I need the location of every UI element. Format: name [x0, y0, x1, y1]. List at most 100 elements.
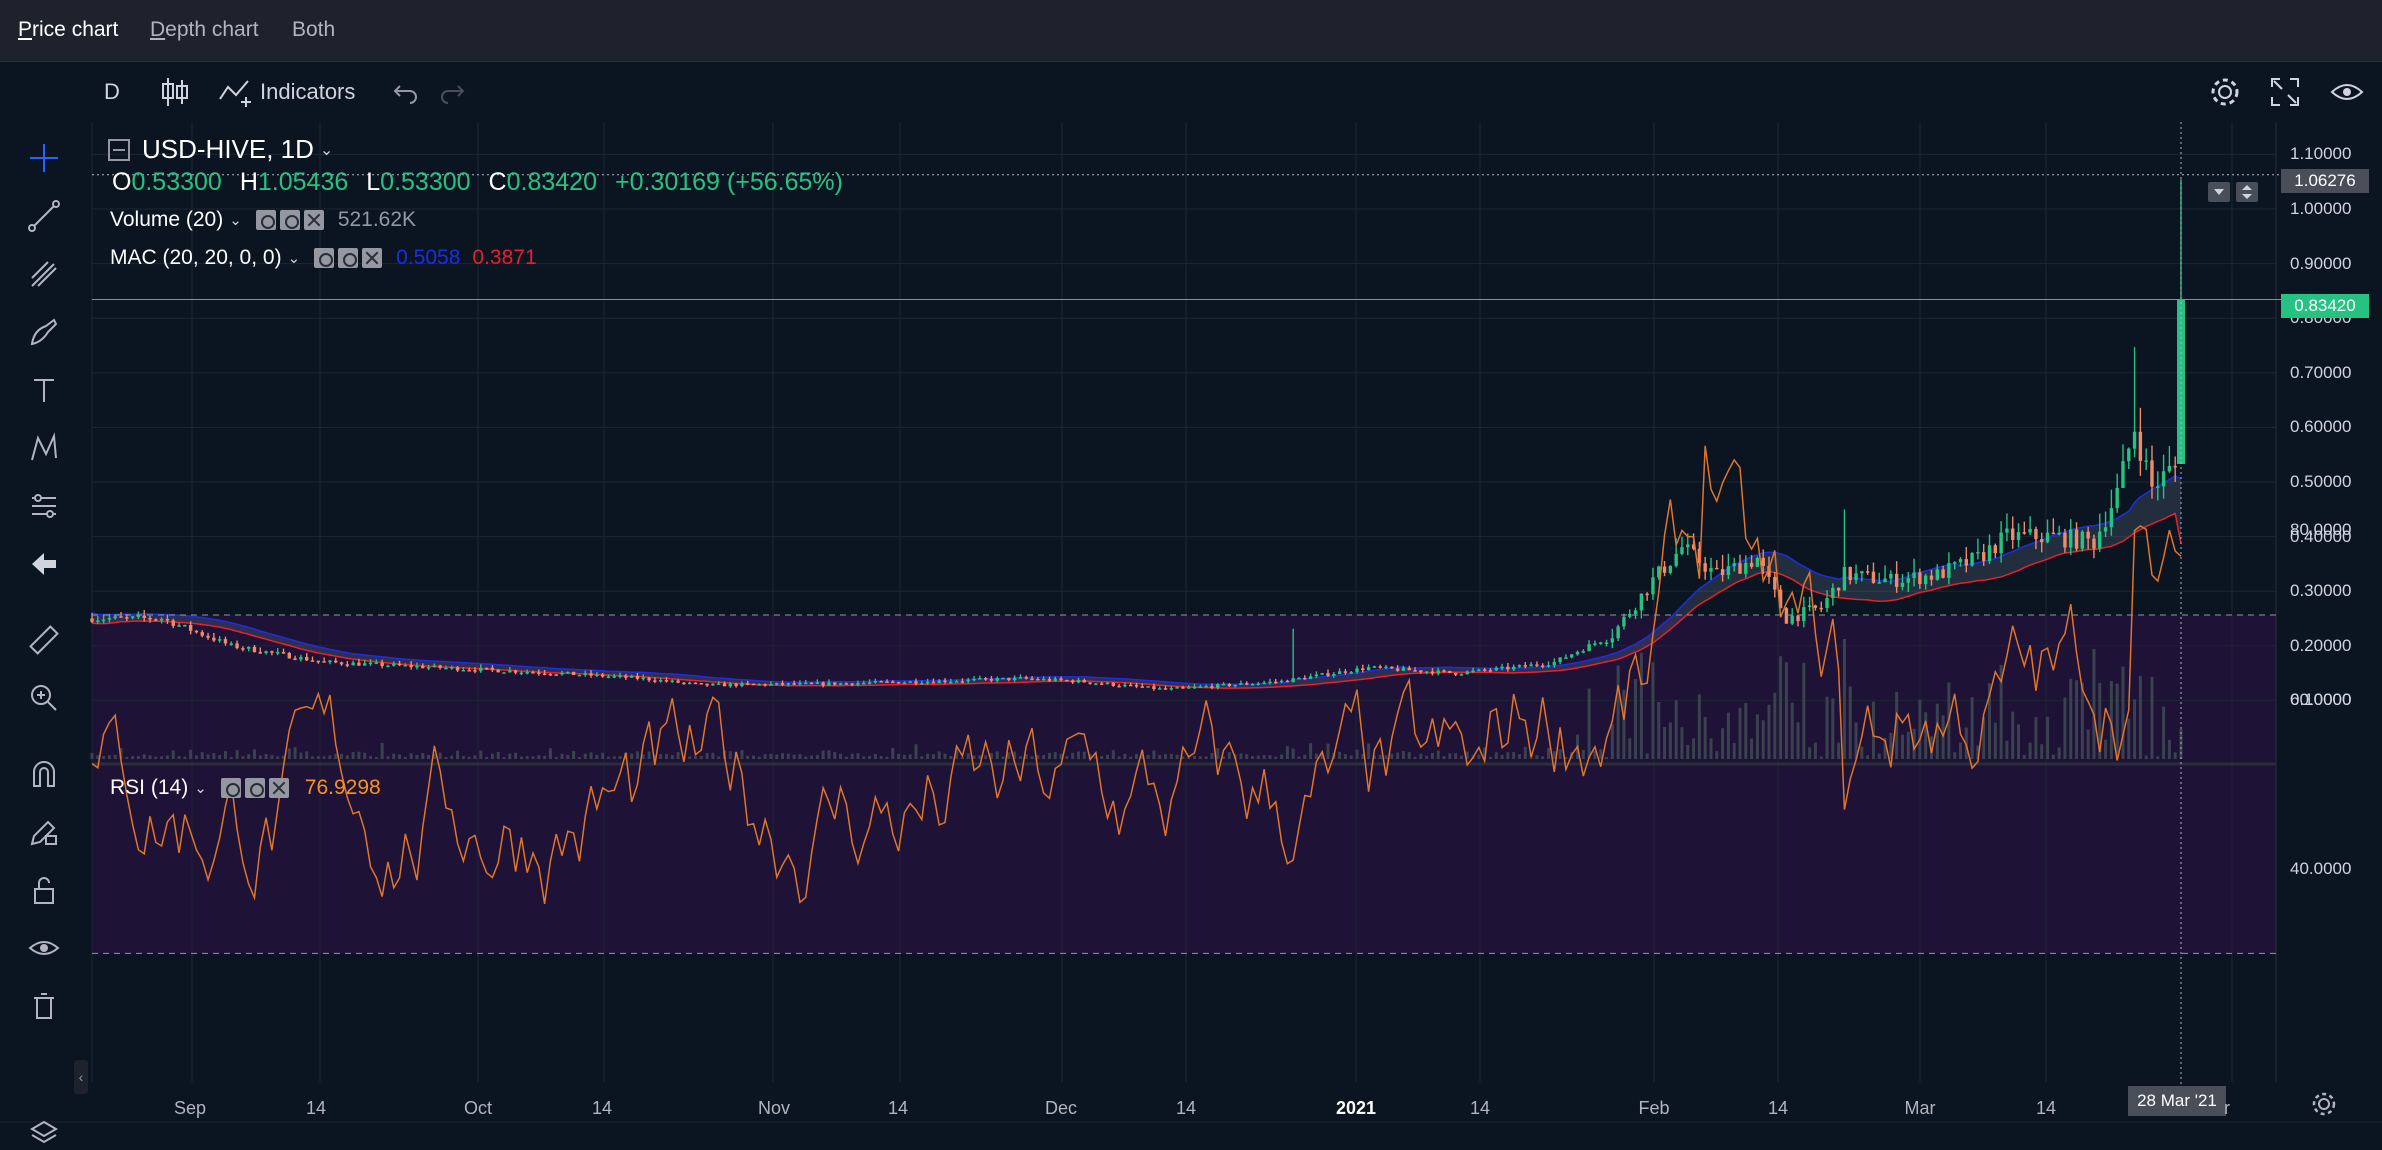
fib-tool[interactable] [24, 254, 64, 294]
lock-drawings-tool[interactable] [24, 870, 64, 910]
volume-bar [2092, 649, 2096, 759]
rsi-legend[interactable]: RSI (14) ⌄ 76.9298 [110, 776, 381, 800]
text-tool[interactable] [24, 370, 64, 410]
measure-tool[interactable] [24, 620, 64, 660]
candle-body [1982, 552, 1986, 562]
ohlc-legend: O 0.53300 H 1.05436 L 0.53300 C 0.83420 +0.3… [112, 168, 843, 197]
volume-bar [1198, 756, 1202, 759]
volume-bar [2040, 744, 2044, 759]
tab-both[interactable]: Both [292, 18, 335, 42]
volume-bar [1407, 752, 1411, 759]
price-axis-label: 1.00000 [2290, 199, 2352, 218]
pattern-tool[interactable] [24, 428, 64, 468]
fullscreen-icon [2271, 78, 2299, 106]
volume-bar [1825, 696, 1829, 759]
candle-body [1790, 615, 1794, 624]
candle-body [1906, 577, 1910, 583]
visibility-icon[interactable] [220, 778, 241, 798]
volume-bar [1767, 704, 1771, 759]
settings-icon[interactable] [244, 778, 265, 798]
candle-body [577, 674, 582, 677]
volume-bar [351, 752, 355, 759]
candle-body [1407, 667, 1411, 671]
volume-bar [1605, 756, 1609, 759]
settings-icon[interactable] [338, 248, 359, 268]
volume-bar [1152, 750, 1156, 759]
fullscreen-button[interactable] [2270, 74, 2300, 110]
settings-button[interactable] [2208, 74, 2242, 110]
candle-body [96, 620, 100, 622]
chart-style-button[interactable] [160, 74, 190, 110]
candle-body [368, 662, 373, 665]
close-icon[interactable] [268, 778, 289, 798]
hide-toolbar-button[interactable] [24, 544, 64, 584]
scroll-down-button[interactable] [2208, 182, 2230, 202]
volume-bar [1790, 702, 1794, 759]
magnet-tool[interactable] [24, 754, 64, 794]
volume-bar [1135, 753, 1138, 759]
price-axis-label: 0.60000 [2290, 417, 2352, 437]
redo-button[interactable] [438, 74, 466, 110]
chart-app: D Indicators ‹ USD-HIVE, 1D ⌄ O 0.53300 … [0, 62, 2382, 1150]
undo-button[interactable] [392, 74, 420, 110]
volume-bar [1848, 686, 1852, 759]
hide-drawings-tool[interactable] [24, 928, 64, 968]
volume-bar [664, 754, 668, 759]
volume-bar [1430, 752, 1434, 759]
interval-button[interactable]: D [104, 74, 120, 110]
candle-body [2144, 460, 2148, 462]
volume-bar [177, 756, 181, 759]
object-tree-button[interactable] [24, 1112, 64, 1150]
volume-bar [1082, 751, 1086, 759]
settings-icon[interactable] [279, 210, 300, 230]
trend-line-tool[interactable] [24, 196, 64, 236]
candle-body [345, 664, 350, 666]
indicators-button[interactable]: Indicators [218, 74, 355, 110]
volume-bar [1599, 749, 1603, 759]
mac-label: MAC (20, 20, 0, 0) [110, 246, 282, 269]
candle-body [1453, 672, 1458, 675]
candle-body [1018, 677, 1023, 679]
zoom-tool[interactable] [24, 678, 64, 718]
candle-body [711, 683, 715, 686]
sort-button[interactable] [2236, 182, 2258, 202]
close-icon[interactable] [303, 210, 324, 230]
brush-tool[interactable] [24, 312, 64, 352]
candle-body [2173, 465, 2177, 468]
high-label: H [239, 168, 258, 196]
volume-bar [775, 754, 779, 759]
visibility-icon[interactable] [314, 248, 335, 268]
volume-bar [972, 755, 976, 759]
candle-body [484, 667, 489, 670]
rsi-axis-label: 80.0000 [2290, 520, 2352, 540]
volume-bar [914, 744, 918, 759]
prediction-tool[interactable] [24, 486, 64, 526]
volume-bar [1210, 753, 1214, 759]
visibility-icon[interactable] [255, 210, 276, 230]
volume-bar [1866, 755, 1870, 759]
volume-legend[interactable]: Volume (20) ⌄ 521.62K [110, 208, 416, 232]
volume-bar [1657, 702, 1661, 759]
volume-bar [1634, 679, 1638, 759]
candle-body [1210, 686, 1214, 688]
tab-depth-chart[interactable]: Depth chart [150, 18, 259, 42]
symbol-legend[interactable]: USD-HIVE, 1D ⌄ [108, 134, 333, 165]
candle-body [1703, 563, 1707, 572]
remove-drawings-tool[interactable] [24, 986, 64, 1026]
collapse-toolbar-tab[interactable]: ‹ [74, 1060, 88, 1094]
axis-settings-button[interactable] [2310, 1090, 2338, 1123]
volume-bar [1018, 756, 1022, 759]
price-axis-label: 0.20000 [2290, 635, 2352, 655]
candle-body [2080, 531, 2085, 549]
candle-body [606, 676, 611, 678]
mac-legend[interactable]: MAC (20, 20, 0, 0) ⌄ 0.5058 0.3871 [110, 246, 537, 270]
screenshot-button[interactable] [2330, 74, 2364, 110]
volume-bar [1517, 754, 1521, 759]
stay-drawing-tool[interactable] [24, 812, 64, 852]
tab-price-chart[interactable]: Price chart [18, 18, 118, 42]
collapse-legend-icon[interactable] [108, 138, 130, 161]
volume-bar [531, 756, 535, 759]
volume-bar [1367, 743, 1371, 759]
close-icon[interactable] [362, 248, 383, 268]
crosshair-tool[interactable] [24, 138, 64, 178]
